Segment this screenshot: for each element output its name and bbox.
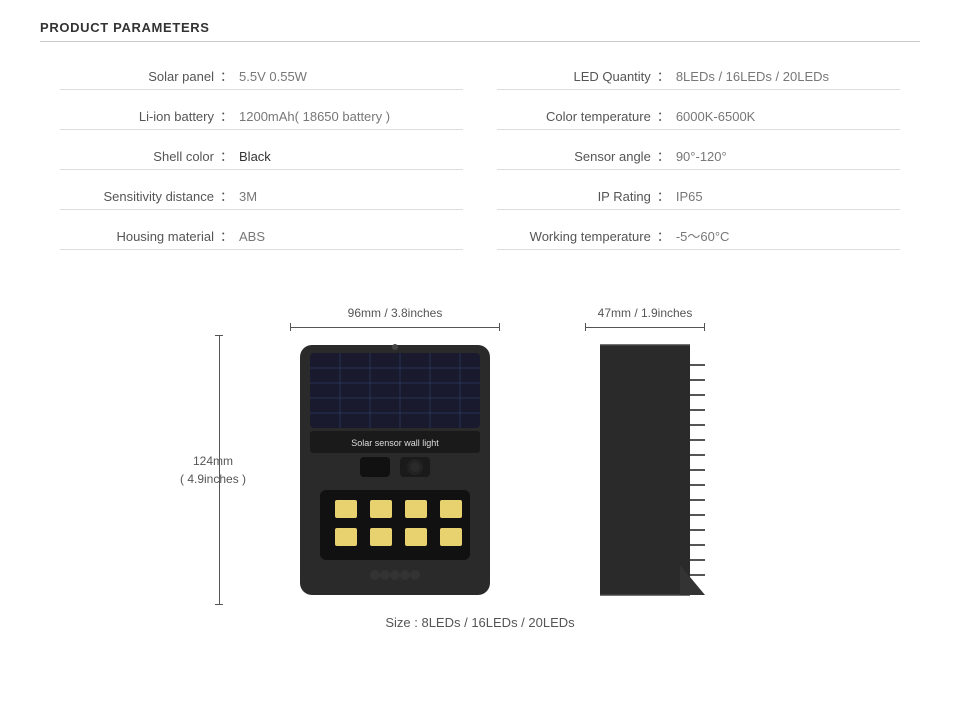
- param-label-led: LED Quantity: [497, 69, 657, 84]
- param-colon-sensitivity: ：: [220, 186, 239, 205]
- param-label-sensitivity: Sensitivity distance: [60, 189, 220, 204]
- size-caption: Size : 8LEDs / 16LEDs / 20LEDs: [385, 615, 574, 630]
- param-colon-color: ：: [220, 146, 239, 165]
- height-label: 124mm: [193, 454, 233, 468]
- product-side-image: [580, 335, 710, 605]
- param-colon-sensor: ：: [657, 146, 676, 165]
- param-value-ip: IP65: [676, 189, 703, 204]
- param-value-sensitivity: 3M: [239, 189, 257, 204]
- param-value-housing: ABS: [239, 229, 265, 244]
- param-colon-led: ：: [657, 66, 676, 85]
- param-colon-battery: ：: [220, 106, 239, 125]
- param-row-colortemp: Color temperature ： 6000K-6500K: [497, 106, 900, 130]
- param-row-sensor: Sensor angle ： 90°-120°: [497, 146, 900, 170]
- param-colon-worktemp: ：: [657, 226, 676, 245]
- param-row-ip: IP Rating ： IP65: [497, 186, 900, 210]
- param-value-led: 8LEDs / 16LEDs / 20LEDs: [676, 69, 829, 84]
- product-front-image: Solar sensor wall light: [290, 335, 500, 605]
- params-right-col: LED Quantity ： 8LEDs / 16LEDs / 20LEDs C…: [497, 66, 900, 266]
- param-row-color: Shell color ： Black: [60, 146, 463, 170]
- svg-text:Solar sensor wall light: Solar sensor wall light: [351, 438, 439, 448]
- param-row-worktemp: Working temperature ： -5～60°C: [497, 226, 900, 250]
- param-colon-ip: ：: [657, 186, 676, 205]
- param-label-colortemp: Color temperature: [497, 109, 657, 124]
- params-left-col: Solar panel ： 5.5V 0.55W Li-ion battery …: [60, 66, 463, 266]
- section-title: PRODUCT PARAMETERS: [40, 20, 920, 42]
- param-value-solar: 5.5V 0.55W: [239, 69, 307, 84]
- param-value-colortemp: 6000K-6500K: [676, 109, 756, 124]
- param-value-sensor: 90°-120°: [676, 149, 727, 164]
- param-colon-solar: ：: [220, 66, 239, 85]
- param-label-solar: Solar panel: [60, 69, 220, 84]
- param-colon-housing: ：: [220, 226, 239, 245]
- param-row-led: LED Quantity ： 8LEDs / 16LEDs / 20LEDs: [497, 66, 900, 90]
- param-label-sensor: Sensor angle: [497, 149, 657, 164]
- param-row-housing: Housing material ： ABS: [60, 226, 463, 250]
- param-label-worktemp: Working temperature: [497, 229, 657, 244]
- width-label: 96mm / 3.8inches: [348, 306, 443, 320]
- param-label-color: Shell color: [60, 149, 220, 164]
- param-label-ip: IP Rating: [497, 189, 657, 204]
- param-row-sensitivity: Sensitivity distance ： 3M: [60, 186, 463, 210]
- param-label-battery: Li-ion battery: [60, 109, 220, 124]
- param-value-worktemp: -5～60°C: [676, 226, 730, 245]
- height-label2: ( 4.9inches ): [180, 472, 246, 486]
- param-label-housing: Housing material: [60, 229, 220, 244]
- param-row-battery: Li-ion battery ： 1200mAh( 18650 battery …: [60, 106, 463, 130]
- param-colon-colortemp: ：: [657, 106, 676, 125]
- param-value-color: Black: [239, 149, 271, 164]
- param-value-battery: 1200mAh( 18650 battery ): [239, 109, 390, 124]
- param-row-solar: Solar panel ： 5.5V 0.55W: [60, 66, 463, 90]
- params-section: Solar panel ： 5.5V 0.55W Li-ion battery …: [40, 66, 920, 266]
- side-width-label: 47mm / 1.9inches: [598, 306, 693, 320]
